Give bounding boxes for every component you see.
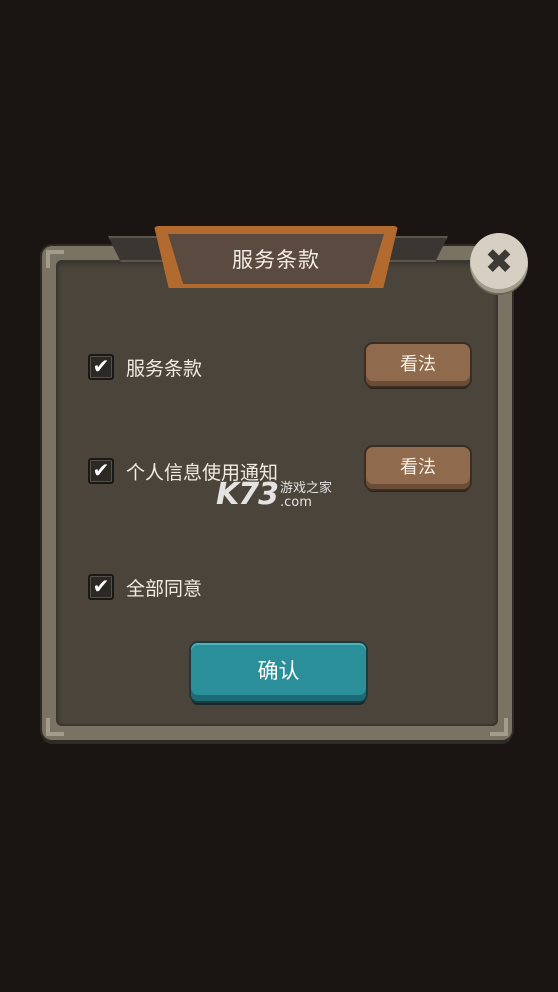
- close-icon: ✖: [484, 242, 514, 282]
- terms-label: 服务条款: [126, 357, 203, 380]
- watermark-logo: K73: [216, 477, 279, 512]
- screen: 服务条款 ✖ ✔ 服务条款 看法 ✔ 个人信息使用通知 看法 ✔ 全部同意 确认…: [0, 0, 558, 992]
- agree-all-label: 全部同意: [126, 577, 203, 600]
- title-plate: 服务条款: [168, 234, 384, 284]
- terms-checkbox[interactable]: ✔: [88, 354, 114, 380]
- watermark-domain: .com: [280, 495, 312, 511]
- view-privacy-notice-button-label: 看法: [400, 457, 436, 478]
- view-privacy-notice-button[interactable]: 看法: [366, 447, 470, 489]
- corner-ornament-icon: [44, 716, 66, 738]
- close-button[interactable]: ✖: [470, 233, 528, 293]
- title-plaque: 服务条款: [108, 226, 448, 292]
- dialog-title: 服务条款: [232, 248, 320, 272]
- agree-all-row: ✔ 全部同意: [88, 573, 202, 601]
- checkmark-icon: ✔: [92, 458, 110, 482]
- corner-ornament-icon: [488, 716, 510, 738]
- watermark-text: 游戏之家 .com: [280, 481, 333, 511]
- view-terms-button[interactable]: 看法: [366, 344, 470, 386]
- terms-row: ✔ 服务条款: [88, 353, 202, 381]
- checkmark-icon: ✔: [92, 574, 110, 598]
- checkmark-icon: ✔: [92, 354, 110, 378]
- agree-all-checkbox[interactable]: ✔: [88, 574, 114, 600]
- confirm-button-label: 确认: [257, 659, 300, 683]
- view-terms-button-label: 看法: [400, 354, 436, 375]
- confirm-button[interactable]: 确认: [191, 643, 366, 701]
- site-watermark: K73 游戏之家 .com: [216, 480, 332, 511]
- privacy-notice-checkbox[interactable]: ✔: [88, 458, 114, 484]
- watermark-tagline: 游戏之家: [280, 481, 333, 496]
- corner-ornament-icon: [44, 248, 66, 270]
